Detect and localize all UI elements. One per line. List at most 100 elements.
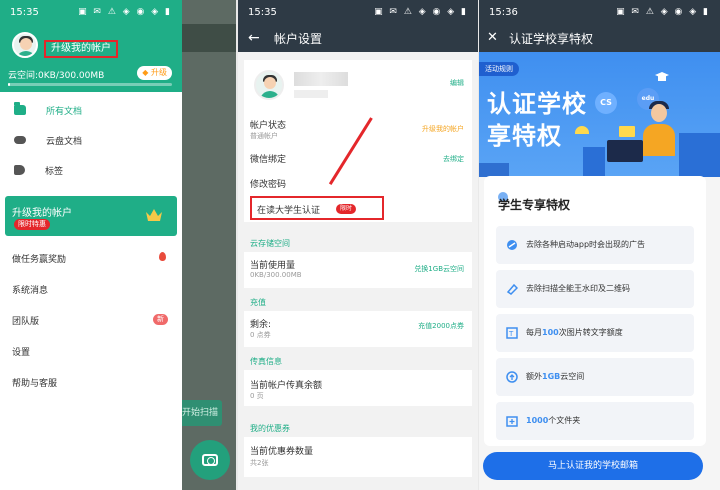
cloud-icon	[14, 136, 26, 144]
coupon-count-value: 共2张	[250, 459, 269, 467]
avatar[interactable]	[12, 32, 38, 58]
status-time: 15:36	[489, 6, 518, 18]
drawer-header: 15:35 ▣ ✉ ⚠ ◈ ◉ ◈ ▮ 升级我的帐户 云空间:0KB/300.0…	[0, 0, 182, 92]
navigation-drawer: 15:35 ▣ ✉ ⚠ ◈ ◉ ◈ ▮ 升级我的帐户 云空间:0KB/300.0…	[0, 0, 182, 490]
username-blurred	[294, 72, 348, 86]
crown-icon	[146, 209, 162, 221]
cloud-space-bar	[8, 83, 172, 86]
nav-item-cloud-docs[interactable]: 云盘文档	[0, 126, 182, 154]
envelope-icon	[619, 126, 635, 137]
app-bar: 15:35 ▣ ✉ ⚠ ◈ ◉ ◈ ▮ ← 帐户设置	[238, 0, 478, 52]
privilege-card: 学生专享特权 去除各种启动app时会出现的广告 去除扫描全能王水印及二维码 T …	[484, 176, 706, 446]
privilege-item-ocr: T 每月100次图片转文字额度	[496, 314, 694, 352]
fax-balance-value: 0 页	[250, 392, 264, 400]
section-recharge: 充值	[250, 298, 266, 307]
account-status-label: 帐户状态	[250, 121, 287, 131]
coupon-count-label: 当前优惠券数量	[250, 447, 314, 457]
status-time: 15:35	[10, 6, 39, 18]
upgrade-button-label: 升级	[151, 68, 167, 77]
privilege-item-no-ads: 去除各种启动app时会出现的广告	[496, 226, 694, 264]
menu-item-team[interactable]: 团队版	[12, 314, 39, 327]
folder-plus-icon	[506, 416, 518, 427]
coupon-card: 当前优惠券数量 共2张	[244, 437, 472, 477]
privilege-text: 1000个文件夹	[526, 416, 581, 425]
privilege-item-no-watermark: 去除扫描全能王水印及二维码	[496, 270, 694, 308]
student-verification-label: 在读大学生认证	[257, 206, 321, 216]
recharge-card: 剩余: 0 点券 充值2000点券	[244, 311, 472, 347]
account-settings-panel: 15:35 ▣ ✉ ⚠ ◈ ◉ ◈ ▮ ← 帐户设置 编辑 帐户状态 普通帐户 …	[238, 0, 478, 490]
section-cloud-storage: 云存储空间	[250, 239, 290, 248]
status-bar: 15:35 ▣ ✉ ⚠ ◈ ◉ ◈ ▮	[0, 0, 182, 24]
status-icons: ▣ ✉ ⚠ ◈ ◉ ◈ ▮	[616, 7, 710, 17]
edit-link[interactable]: 编辑	[450, 78, 464, 88]
page-title: 帐户设置	[274, 32, 323, 46]
status-icons: ▣ ✉ ⚠ ◈ ◉ ◈ ▮	[374, 7, 468, 17]
flame-icon	[159, 252, 166, 261]
section-fax: 传真信息	[250, 357, 282, 366]
privilege-card-title: 学生专享特权	[498, 198, 571, 212]
folder-icon	[14, 102, 26, 115]
change-password-item[interactable]: 修改密码	[250, 177, 286, 190]
privilege-text: 额外1GB云空间	[526, 372, 585, 381]
privilege-item-cloud: 额外1GB云空间	[496, 358, 694, 396]
activity-rules-button[interactable]: 活动规则	[479, 62, 519, 76]
balance-label: 剩余:	[250, 320, 272, 330]
account-status-value: 普通帐户	[250, 132, 278, 140]
nav-label: 标签	[45, 166, 64, 177]
menu-item-help[interactable]: 帮助与客服	[12, 376, 57, 389]
student-illustration	[651, 104, 667, 122]
student-verification-item[interactable]: 在读大学生认证 限时	[250, 196, 384, 220]
fax-balance-label: 当前帐户传真余额	[250, 381, 323, 391]
privilege-text: 每月100次图片转文字额度	[526, 328, 623, 337]
upgrade-account-link[interactable]: 升级我的帐户	[422, 124, 464, 134]
background-app-toolbar	[182, 24, 236, 52]
lamp-icon	[575, 126, 589, 134]
svg-text:T: T	[508, 330, 514, 338]
wechat-bind-label: 微信绑定	[250, 155, 287, 165]
start-scan-label[interactable]: 开始扫描	[178, 400, 222, 426]
wechat-bind-link[interactable]: 去绑定	[443, 154, 464, 164]
app-bar: 15:36 ▣ ✉ ⚠ ◈ ◉ ◈ ▮ ✕ 认证学校享特权	[479, 0, 720, 52]
section-coupons: 我的优惠券	[250, 424, 290, 433]
email-blurred	[294, 90, 328, 98]
banner-title-line1: 认证学校	[487, 90, 587, 118]
storage-card: 当前使用量 0KB/300.00MB 兑换1GB云空间	[244, 252, 472, 288]
privilege-text: 去除扫描全能王水印及二维码	[526, 284, 630, 293]
banner-title-line2: 享特权	[487, 122, 562, 150]
graduation-cap-icon	[655, 72, 669, 81]
menu-item-settings[interactable]: 设置	[12, 345, 30, 358]
nav-label: 所有文档	[46, 106, 83, 117]
upgrade-account-link[interactable]: 升级我的帐户	[44, 40, 118, 58]
camera-icon	[202, 454, 218, 466]
student-privilege-panel: 15:36 ▣ ✉ ⚠ ◈ ◉ ◈ ▮ ✕ 认证学校享特权 活动规则 认证学校 …	[479, 0, 720, 490]
nav-label: 云盘文档	[46, 136, 83, 147]
no-ads-icon	[507, 240, 517, 250]
close-icon[interactable]: ✕	[487, 30, 498, 45]
menu-item-messages[interactable]: 系统消息	[12, 283, 48, 296]
cloud-space-label: 云空间:0KB/300.00MB	[8, 71, 105, 81]
privilege-item-folders: 1000个文件夹	[496, 402, 694, 440]
privilege-text: 去除各种启动app时会出现的广告	[526, 240, 646, 249]
nav-item-tags[interactable]: 标签	[0, 156, 182, 184]
status-bar: 15:36 ▣ ✉ ⚠ ◈ ◉ ◈ ▮	[479, 0, 720, 24]
status-icons: ▣ ✉ ⚠ ◈ ◉ ◈ ▮	[78, 7, 172, 17]
upgrade-button[interactable]: ◆ 升级	[137, 66, 172, 80]
storage-usage-value: 0KB/300.00MB	[250, 271, 302, 279]
back-arrow-icon[interactable]: ←	[248, 30, 260, 46]
menu-item-tasks[interactable]: 做任务赢奖励	[12, 252, 66, 265]
drawer-panel: 开始扫描 15:35 ▣ ✉ ⚠ ◈ ◉ ◈ ▮ 升级我的帐户 云空间:0KB/…	[0, 0, 236, 490]
storage-usage-label: 当前使用量	[250, 261, 296, 271]
avatar[interactable]	[254, 70, 284, 100]
page-title: 认证学校享特权	[509, 32, 594, 46]
recharge-link[interactable]: 充值2000点券	[418, 321, 464, 331]
limited-badge: 限时	[336, 204, 357, 214]
status-bar: 15:35 ▣ ✉ ⚠ ◈ ◉ ◈ ▮	[238, 0, 478, 24]
nav-item-all-docs[interactable]: 所有文档	[0, 96, 182, 124]
eraser-icon	[506, 283, 518, 295]
upgrade-account-card[interactable]: 升级我的帐户 限时特惠	[5, 196, 177, 236]
limited-offer-badge: 限时特惠	[14, 219, 50, 230]
camera-button[interactable]	[190, 440, 230, 480]
verify-school-email-button[interactable]: 马上认证我的学校邮箱	[483, 452, 703, 480]
redeem-storage-link[interactable]: 兑换1GB云空间	[414, 264, 464, 274]
balance-value: 0 点券	[250, 331, 271, 339]
